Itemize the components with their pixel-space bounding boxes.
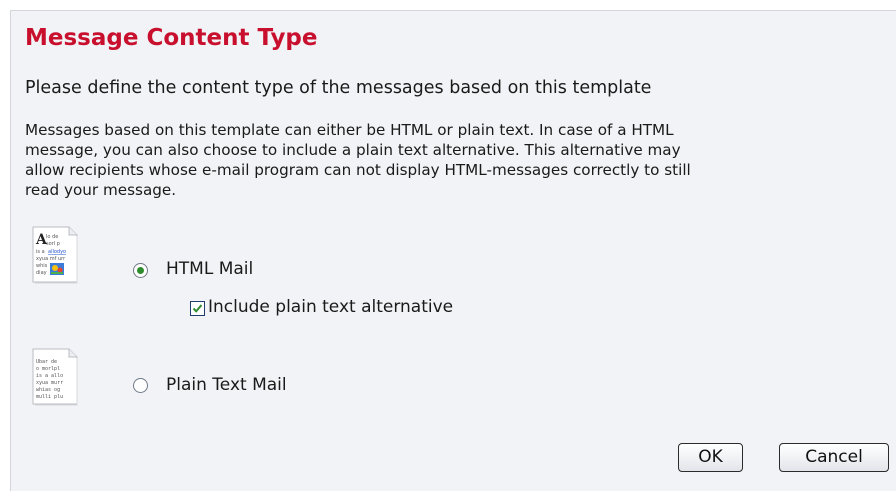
dialog-description: Messages based on this template can eith… bbox=[25, 120, 896, 200]
description-line: read your message. bbox=[25, 181, 177, 199]
cancel-button[interactable]: Cancel bbox=[779, 443, 889, 472]
icon-text: is a allo bbox=[36, 373, 63, 379]
icon-text: xyua mf urr bbox=[36, 256, 66, 262]
html-mail-label[interactable]: HTML Mail bbox=[166, 259, 253, 279]
icon-text: diay bbox=[36, 270, 47, 276]
icon-text: whis bbox=[36, 263, 48, 269]
description-line: Messages based on this template can eith… bbox=[25, 121, 674, 139]
plain-text-alternative-checkbox[interactable] bbox=[190, 301, 205, 316]
icon-link-text: allodyo bbox=[48, 249, 66, 255]
dialog-title: Message Content Type bbox=[25, 25, 318, 51]
plain-text-mail-radio[interactable] bbox=[133, 378, 148, 393]
icon-text: xyua murr bbox=[36, 380, 63, 386]
plain-text-alternative-label[interactable]: Include plain text alternative bbox=[208, 297, 453, 317]
icon-text: whias og bbox=[36, 387, 60, 393]
icon-text: is a bbox=[36, 249, 45, 255]
icon-text: mulli plu bbox=[36, 394, 63, 400]
description-line: message, you can also choose to include … bbox=[25, 141, 681, 159]
html-document-icon: A lo de sorl p is a allodyo xyua mf urr … bbox=[31, 226, 84, 284]
html-mail-radio[interactable] bbox=[133, 263, 148, 278]
message-content-type-dialog: Message Content Type Please define the c… bbox=[10, 10, 896, 491]
icon-text: o morlpl bbox=[36, 366, 60, 372]
text-document-icon: Ubar de o morlpl is a allo xyua murr whi… bbox=[31, 348, 84, 406]
dialog-subtitle: Please define the content type of the me… bbox=[25, 78, 652, 98]
checkmark-icon bbox=[192, 304, 203, 313]
description-line: allow recipients whose e-mail program ca… bbox=[25, 161, 691, 179]
icon-text: sorl p bbox=[46, 241, 60, 247]
icon-text: lo de bbox=[46, 234, 58, 240]
ok-button[interactable]: OK bbox=[678, 443, 743, 472]
plain-text-mail-label[interactable]: Plain Text Mail bbox=[166, 375, 287, 395]
icon-text: Ubar de bbox=[36, 359, 57, 365]
